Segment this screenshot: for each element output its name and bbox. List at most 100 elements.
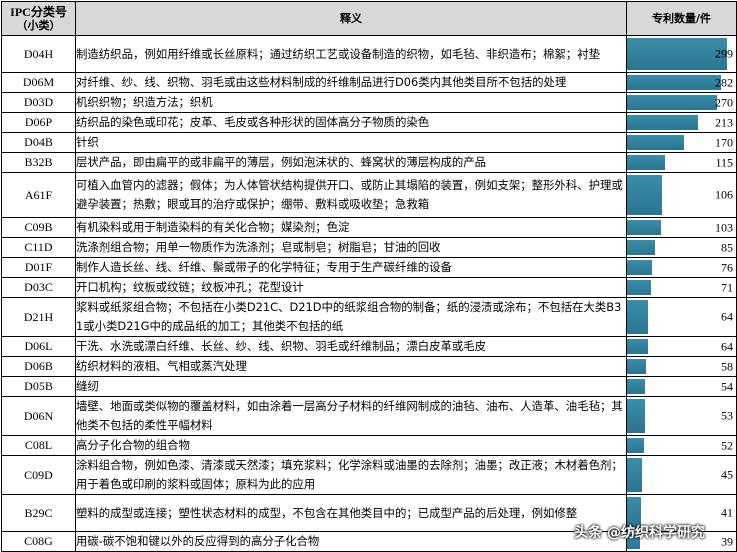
table-row: D03D 机织织物；织造方法；织机 270 <box>1 92 737 113</box>
count-value: 106 <box>715 187 733 202</box>
ipc-code-cell: D03D <box>1 92 76 113</box>
ipc-code-cell: B32B <box>1 152 76 173</box>
count-value: 64 <box>721 339 733 353</box>
count-value: 213 <box>715 115 733 129</box>
table-row: D04B 针织 170 <box>1 132 737 153</box>
ipc-code-cell: C11D <box>1 237 76 258</box>
ipc-code-cell: D03C <box>1 277 76 298</box>
description-cell: 涂料组合物，例如色漆、清漆或天然漆；填充浆料；化学涂料或油墨的去除剂；油墨；改正… <box>75 455 627 495</box>
header-desc: 释义 <box>75 1 627 36</box>
description-cell: 制造纺织品，例如用纤维或长丝原料；通过纺织工艺或设备制造的织物，如毛毡、非织造布… <box>75 35 627 73</box>
patent-count-cell: 299 <box>626 35 737 73</box>
header-code-line2: （小类） <box>16 18 61 32</box>
count-value: 115 <box>715 155 733 169</box>
ipc-code-cell: D06B <box>1 356 76 377</box>
table-body: D04H 制造纺织品，例如用纤维或长丝原料；通过纺织工艺或设备制造的织物，如毛毡、… <box>1 35 737 552</box>
ipc-code-cell: D04H <box>1 35 76 73</box>
patent-count-cell: 170 <box>626 132 737 153</box>
ipc-code-cell: C09D <box>1 455 76 495</box>
table-row: D06M 对纤维、纱、线、织物、羽毛或由这些材料制成的纤维制品进行D06类内其他类… <box>1 72 737 93</box>
patent-count-cell: 71 <box>626 277 737 298</box>
count-bar <box>627 438 644 453</box>
table-row: D05B 缝纫 54 <box>1 376 737 397</box>
count-bar <box>627 135 684 150</box>
table-row: D06N 墙壁、地面或类似物的覆盖材料，如由涂着一层高分子材料的纤维网制成的油毡、… <box>1 396 737 436</box>
count-value: 85 <box>721 240 733 254</box>
count-bar <box>627 280 651 295</box>
description-cell: 针织 <box>75 132 627 153</box>
count-value: 54 <box>721 379 733 393</box>
description-cell: 用碳-碳不饱和键以外的反应得到的高分子化合物 <box>75 531 627 552</box>
count-value: 41 <box>721 505 733 520</box>
count-bar <box>627 240 655 255</box>
patent-count-cell: 58 <box>626 356 737 377</box>
description-cell: 开口机构；纹板或纹链；纹板冲孔；花型设计 <box>75 277 627 298</box>
ipc-code-cell: C08G <box>1 531 76 552</box>
count-bar <box>627 220 661 235</box>
description-cell: 干洗、水洗或漂白纤维、长丝、纱、线、织物、羽毛或纤维制品；漂白皮革或毛皮 <box>75 336 627 357</box>
ipc-code-cell: D06N <box>1 396 76 436</box>
description-cell: 纺织材料的液相、气相或蒸汽处理 <box>75 356 627 377</box>
watermark: 头条 @纺织科学研究 <box>574 525 705 541</box>
description-cell: 有机染料或用于制造染料的有关化合物；媒染剂；色淀 <box>75 217 627 238</box>
table-row: D06L 干洗、水洗或漂白纤维、长丝、纱、线、织物、羽毛或纤维制品；漂白皮革或毛皮… <box>1 336 737 357</box>
count-value: 299 <box>715 46 733 61</box>
count-bar <box>627 95 717 110</box>
count-value: 270 <box>715 95 733 109</box>
ipc-code-cell: D06M <box>1 72 76 93</box>
ipc-code-cell: D05B <box>1 376 76 397</box>
patent-count-cell: 213 <box>626 112 737 133</box>
table-row: D01F 制作人造长丝、线、纤维、鬃或带子的化学特征；专用于生产碳纤维的设备 76 <box>1 257 737 278</box>
count-value: 53 <box>721 408 733 423</box>
description-cell: 层状产品，即由扁平的或非扁平的薄层，例如泡沫状的、蜂窝状的薄层构成的产品 <box>75 152 627 173</box>
count-bar <box>627 175 662 215</box>
header-count: 专利数量/件 <box>626 1 737 36</box>
table-row: D04H 制造纺织品，例如用纤维或长丝原料；通过纺织工艺或设备制造的织物，如毛毡、… <box>1 35 737 73</box>
table-row: B32B 层状产品，即由扁平的或非扁平的薄层，例如泡沫状的、蜂窝状的薄层构成的产品… <box>1 152 737 173</box>
count-value: 170 <box>715 135 733 149</box>
description-cell: 洗涤剂组合物；用单一物质作为洗涤剂；皂或制皂；树脂皂；甘油的回收 <box>75 237 627 258</box>
table-row: D06B 纺织材料的液相、气相或蒸汽处理 58 <box>1 356 737 377</box>
patent-count-cell: 52 <box>626 435 737 456</box>
header-row: IPC分类号 （小类） 释义 专利数量/件 <box>1 1 737 36</box>
count-bar <box>627 38 727 70</box>
description-cell: 机织织物；织造方法；织机 <box>75 92 627 113</box>
ipc-code-cell: C08L <box>1 435 76 456</box>
ipc-code-cell: A61F <box>1 172 76 218</box>
count-bar <box>627 359 646 374</box>
patent-count-cell: 103 <box>626 217 737 238</box>
count-value: 39 <box>721 534 733 548</box>
count-value: 282 <box>715 75 733 89</box>
description-cell: 可植入血管内的滤器；假体；为人体管状结构提供开口、或防止其塌陷的装置，例如支架；… <box>75 172 627 218</box>
count-value: 45 <box>721 467 733 482</box>
count-bar <box>627 75 721 90</box>
patent-count-cell: 64 <box>626 336 737 357</box>
count-bar <box>627 458 642 492</box>
header-code-line1: IPC分类号 <box>10 4 67 19</box>
count-bar <box>627 339 648 354</box>
table-row: D03C 开口机构；纹板或纹链；纹板冲孔；花型设计 71 <box>1 277 737 298</box>
patent-count-cell: 45 <box>626 455 737 495</box>
count-value: 64 <box>721 309 733 324</box>
description-cell: 制作人造长丝、线、纤维、鬃或带子的化学特征；专用于生产碳纤维的设备 <box>75 257 627 278</box>
table-row: D21H 浆料或纸浆组合物；不包括在小类D21C、D21D中的纸浆组合物的制备；纸… <box>1 297 737 337</box>
ipc-code-cell: D04B <box>1 132 76 153</box>
count-value: 71 <box>721 280 733 294</box>
description-cell: 纺织品的染色或印花；皮革、毛皮或各种形状的固体高分子物质的染色 <box>75 112 627 133</box>
description-cell: 墙壁、地面或类似物的覆盖材料，如由涂着一层高分子材料的纤维网制成的油毡、油布、人… <box>75 396 627 436</box>
description-cell: 浆料或纸浆组合物；不包括在小类D21C、D21D中的纸浆组合物的制备；纸的浸渍或… <box>75 297 627 337</box>
table-row: D06P 纺织品的染色或印花；皮革、毛皮或各种形状的固体高分子物质的染色 213 <box>1 112 737 133</box>
ipc-code-cell: D01F <box>1 257 76 278</box>
patent-count-cell: 282 <box>626 72 737 93</box>
count-value: 58 <box>721 359 733 373</box>
description-cell: 塑料的成型或连接；塑性状态材料的成型，不包含在其他类目中的；已成型产品的后处理，… <box>75 494 627 532</box>
patent-count-cell: 85 <box>626 237 737 258</box>
description-cell: 缝纫 <box>75 376 627 397</box>
ipc-code-cell: D06L <box>1 336 76 357</box>
description-cell: 对纤维、纱、线、织物、羽毛或由这些材料制成的纤维制品进行D06类内其他类目所不包… <box>75 72 627 93</box>
count-bar <box>627 399 645 433</box>
count-bar <box>627 300 648 334</box>
count-bar <box>627 260 652 275</box>
ipc-code-cell: C09B <box>1 217 76 238</box>
ipc-code-cell: D06P <box>1 112 76 133</box>
